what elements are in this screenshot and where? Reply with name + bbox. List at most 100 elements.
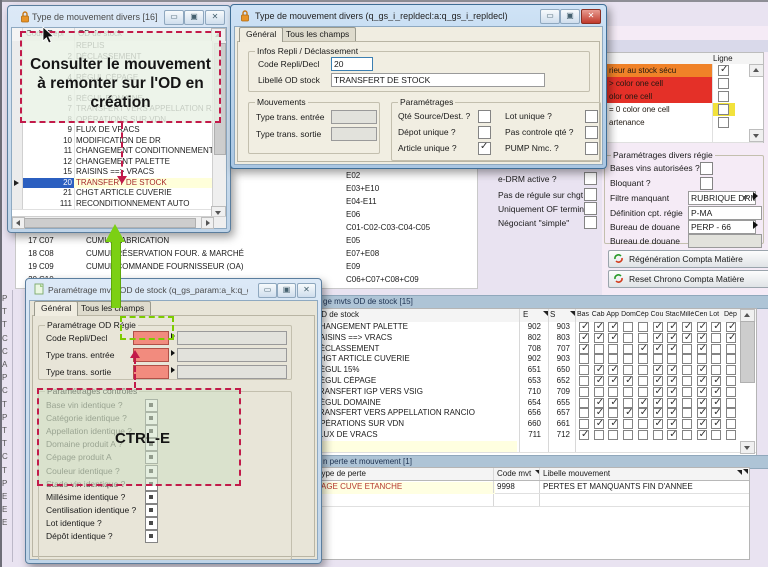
flag-checkbox[interactable] bbox=[584, 172, 597, 185]
mvts-checkbox[interactable] bbox=[594, 322, 604, 332]
mvts-checkbox[interactable] bbox=[726, 387, 736, 397]
mvts-checkbox[interactable] bbox=[608, 365, 618, 375]
mvts-checkbox[interactable] bbox=[711, 419, 721, 429]
mvts-checkbox[interactable] bbox=[711, 387, 721, 397]
tab-general[interactable]: Général bbox=[34, 301, 78, 316]
mvts-checkbox[interactable] bbox=[579, 419, 589, 429]
mvts-checkbox[interactable] bbox=[638, 387, 648, 397]
mvts-checkbox[interactable] bbox=[579, 354, 589, 364]
flag-checkbox[interactable] bbox=[584, 188, 597, 201]
mvts-checkbox[interactable] bbox=[697, 333, 707, 343]
mvts-checkbox[interactable] bbox=[594, 333, 604, 343]
mvts-checkbox[interactable] bbox=[579, 408, 589, 418]
mvts-scroll-thumb[interactable] bbox=[740, 321, 755, 383]
mvts-scroll-down[interactable] bbox=[740, 441, 755, 454]
mvts-checkbox[interactable] bbox=[653, 398, 663, 408]
mvts-checkbox[interactable] bbox=[653, 365, 663, 375]
code-repli-input[interactable]: 20 bbox=[331, 57, 373, 71]
mvts-checkbox[interactable] bbox=[608, 398, 618, 408]
mvts-checkbox[interactable] bbox=[653, 333, 663, 343]
mvts-checkbox[interactable] bbox=[653, 387, 663, 397]
mvts-checkbox[interactable] bbox=[726, 376, 736, 386]
mvts-checkbox[interactable] bbox=[726, 408, 736, 418]
mvts-checkbox[interactable] bbox=[623, 322, 633, 332]
mvts-checkbox[interactable] bbox=[667, 419, 677, 429]
mvts-checkbox[interactable] bbox=[594, 408, 604, 418]
mvts-checkbox[interactable] bbox=[711, 344, 721, 354]
controle-checkbox[interactable] bbox=[145, 530, 158, 543]
od-regie-lookup-icon[interactable] bbox=[171, 367, 175, 373]
bureau-lookup-icon[interactable] bbox=[753, 221, 758, 229]
mvts-checkbox[interactable] bbox=[682, 376, 692, 386]
mvts-checkbox[interactable] bbox=[638, 408, 648, 418]
mvts-checkbox[interactable] bbox=[638, 322, 648, 332]
legend-checkbox[interactable] bbox=[718, 78, 729, 89]
mvts-checkbox[interactable] bbox=[697, 398, 707, 408]
maximize-button[interactable]: ▣ bbox=[277, 283, 296, 298]
minimize-button[interactable]: ▭ bbox=[258, 283, 277, 298]
mvts-checkbox[interactable] bbox=[594, 398, 604, 408]
regeneration-compta-button[interactable]: Régénération Compta Matière bbox=[608, 250, 768, 268]
mvts-checkbox[interactable] bbox=[711, 322, 721, 332]
mvts-checkbox[interactable] bbox=[726, 430, 736, 440]
mvts-checkbox[interactable] bbox=[608, 430, 618, 440]
mvts-checkbox[interactable] bbox=[726, 344, 736, 354]
mvts-checkbox[interactable] bbox=[682, 354, 692, 364]
controle-checkbox[interactable] bbox=[145, 504, 158, 517]
legend-checkbox[interactable] bbox=[718, 91, 729, 102]
mvts-checkbox[interactable] bbox=[682, 430, 692, 440]
mvts-checkbox[interactable] bbox=[608, 344, 618, 354]
mvts-checkbox[interactable] bbox=[697, 365, 707, 375]
mvts-checkbox[interactable] bbox=[638, 354, 648, 364]
mvts-checkbox[interactable] bbox=[682, 387, 692, 397]
filtre-lookup-icon[interactable] bbox=[753, 192, 758, 200]
legend-row[interactable]: artenance bbox=[607, 116, 763, 130]
mvts-checkbox[interactable] bbox=[623, 387, 633, 397]
mvts-checkbox[interactable] bbox=[594, 419, 604, 429]
mvts-checkbox[interactable] bbox=[697, 354, 707, 364]
mvts-checkbox[interactable] bbox=[608, 387, 618, 397]
mvts-checkbox[interactable] bbox=[653, 376, 663, 386]
flag-checkbox[interactable] bbox=[584, 202, 597, 215]
mvts-checkbox[interactable] bbox=[667, 376, 677, 386]
legend-row[interactable]: > color one cell bbox=[607, 77, 763, 91]
od-regie-code-field[interactable] bbox=[133, 365, 169, 379]
mvts-checkbox[interactable] bbox=[579, 365, 589, 375]
controle-checkbox[interactable] bbox=[145, 491, 158, 504]
mvts-checkbox[interactable] bbox=[726, 354, 736, 364]
mvts-checkbox[interactable] bbox=[579, 333, 589, 343]
legend-row[interactable]: olor one cell bbox=[607, 90, 763, 104]
mvts-checkbox[interactable] bbox=[667, 365, 677, 375]
mvts-checkbox[interactable] bbox=[623, 408, 633, 418]
mvts-checkbox[interactable] bbox=[623, 398, 633, 408]
window-movement-list-titlebar[interactable]: Type de mouvement divers [16] ▭ ▣ ✕ bbox=[8, 6, 230, 27]
mvts-checkbox[interactable] bbox=[594, 344, 604, 354]
mvts-checkbox[interactable] bbox=[623, 344, 633, 354]
controle-checkbox[interactable] bbox=[145, 517, 158, 530]
legend-scroll-down[interactable] bbox=[749, 129, 764, 142]
mvts-checkbox[interactable] bbox=[726, 398, 736, 408]
mvts-checkbox[interactable] bbox=[682, 333, 692, 343]
mvts-checkbox[interactable] bbox=[623, 354, 633, 364]
legend-checkbox[interactable] bbox=[718, 65, 729, 76]
legend-row[interactable] bbox=[607, 129, 763, 143]
mvts-checkbox[interactable] bbox=[623, 376, 633, 386]
legend-scroll-up[interactable] bbox=[749, 64, 764, 77]
mvts-checkbox[interactable] bbox=[711, 376, 721, 386]
param-checkbox[interactable] bbox=[585, 142, 598, 155]
mvts-checkbox[interactable] bbox=[711, 333, 721, 343]
mvts-checkbox[interactable] bbox=[697, 322, 707, 332]
od-regie-lookup-icon[interactable] bbox=[171, 350, 175, 356]
mvts-checkbox[interactable] bbox=[594, 430, 604, 440]
mvts-checkbox[interactable] bbox=[623, 333, 633, 343]
mvts-checkbox[interactable] bbox=[682, 419, 692, 429]
mvts-checkbox[interactable] bbox=[667, 333, 677, 343]
mvts-checkbox[interactable] bbox=[579, 322, 589, 332]
mvts-checkbox[interactable] bbox=[608, 376, 618, 386]
perte-row[interactable]: AGE CUVE ETANCHE 9998 PERTES ET MANQUANT… bbox=[319, 481, 749, 494]
param-checkbox[interactable] bbox=[478, 142, 491, 155]
maximize-button[interactable]: ▣ bbox=[560, 9, 580, 24]
mvts-checkbox[interactable] bbox=[608, 354, 618, 364]
mvts-checkbox[interactable] bbox=[682, 365, 692, 375]
mvts-checkbox[interactable] bbox=[653, 354, 663, 364]
